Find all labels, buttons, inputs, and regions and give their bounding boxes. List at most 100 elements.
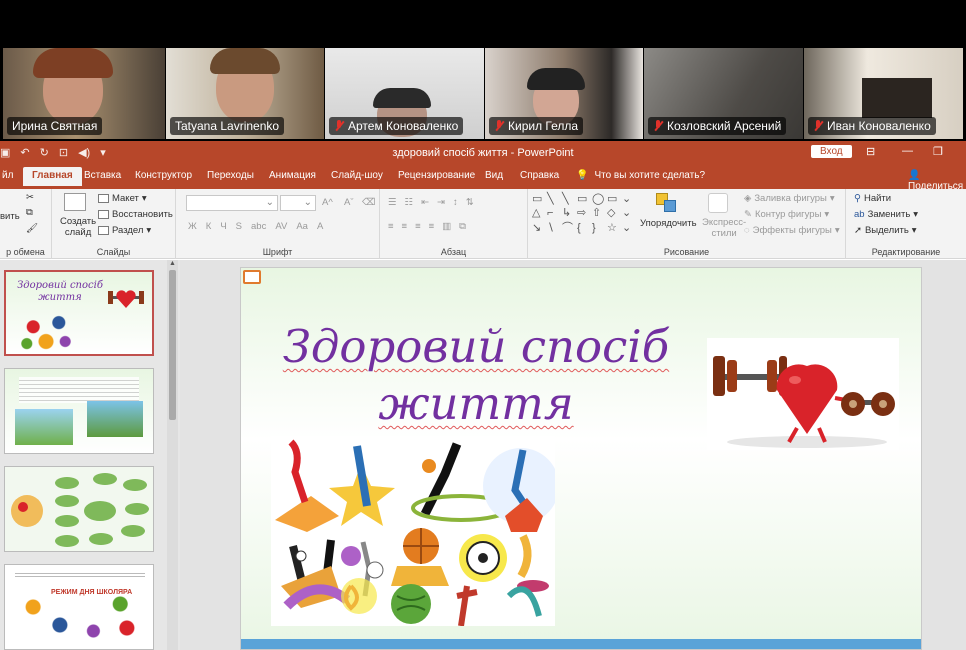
current-slide[interactable]: Здоровий спосіб життя bbox=[240, 267, 922, 650]
columns-icon[interactable]: ▥ bbox=[442, 221, 451, 232]
justify-icon[interactable]: ≡ bbox=[429, 221, 435, 232]
scroll-up-icon[interactable]: ▲ bbox=[169, 260, 176, 267]
restore-icon[interactable]: ❐ bbox=[933, 145, 943, 158]
font-color-button[interactable]: A bbox=[317, 221, 323, 232]
group-clipboard: вить ✂ ⧉ 🖌 р обмена bbox=[0, 189, 52, 259]
list-row: ☰ ☷ ⇤ ⇥ ↕ ⇅ bbox=[388, 197, 474, 208]
align-right-icon[interactable]: ≡ bbox=[415, 221, 421, 232]
char-spacing-alt-button[interactable]: AV bbox=[275, 221, 287, 232]
underline-button[interactable]: Ч bbox=[220, 221, 226, 232]
paste-button[interactable]: вить bbox=[0, 211, 20, 222]
tab-home[interactable]: Главная bbox=[23, 167, 82, 186]
tab-view[interactable]: Вид bbox=[485, 170, 503, 181]
align-row: ≡ ≡ ≡ ≡ ▥ ⧉ bbox=[388, 221, 466, 232]
numbering-icon[interactable]: ☷ bbox=[405, 197, 414, 208]
participant-tile[interactable]: Tatyana Lavrinenko bbox=[166, 48, 324, 139]
indent-increase-icon[interactable]: ⇥ bbox=[437, 197, 445, 208]
tab-transitions[interactable]: Переходы bbox=[207, 170, 254, 181]
participant-tile[interactable]: Кирил Гелла bbox=[485, 48, 643, 139]
shapes-gallery[interactable]: ▭ ╲ ╲ ▭ ◯ ▭ ⌄ △ ⌐ ↳ ⇨ ⇧ ◇ ⌄ ↘ ∖ ⌒{} ☆ ⌄ bbox=[532, 193, 638, 235]
tab-slideshow[interactable]: Слайд-шоу bbox=[331, 170, 383, 181]
copy-icon[interactable]: ⧉ bbox=[26, 207, 33, 218]
new-slide-icon bbox=[64, 193, 86, 211]
find-button[interactable]: ⚲ Найти bbox=[854, 193, 891, 204]
section-button[interactable]: Раздел ▾ bbox=[98, 225, 151, 236]
arrange-button[interactable]: Упорядочить bbox=[640, 218, 697, 229]
heart-dumbbell-image[interactable] bbox=[707, 338, 899, 450]
ribbon-display-icon[interactable]: ⊟ bbox=[866, 145, 875, 158]
slide-thumbnail-2[interactable] bbox=[4, 368, 154, 454]
group-drawing: ▭ ╲ ╲ ▭ ◯ ▭ ⌄ △ ⌐ ↳ ⇨ ⇧ ◇ ⌄ ↘ ∖ ⌒{} ☆ ⌄ Упорядочить Эксп… bbox=[528, 189, 846, 259]
person-icon: 👤 bbox=[908, 170, 921, 181]
tab-insert[interactable]: Вставка bbox=[84, 170, 121, 181]
participant-tile[interactable]: Ирина Святная bbox=[3, 48, 165, 139]
new-slide-button[interactable]: Создать слайд bbox=[60, 216, 96, 238]
participant-tile[interactable]: Козловский Арсений bbox=[644, 48, 803, 139]
replace-icon: ab bbox=[854, 209, 865, 220]
grow-font-icon[interactable]: A^ bbox=[322, 197, 333, 208]
slide-thumbnail-1[interactable]: Здоровий спосіб життя bbox=[4, 270, 154, 356]
cursor-icon: ➚ bbox=[854, 225, 862, 236]
font-family-select[interactable]: ⌄ bbox=[186, 195, 278, 211]
new-slide-label-2: слайд bbox=[64, 227, 92, 238]
participant-tile[interactable]: Артем Коноваленко bbox=[325, 48, 484, 139]
slide-title[interactable]: Здоровий спосіб життя bbox=[281, 318, 671, 432]
group-editing: ⚲ Найти ab Заменить ▾ ➚ Выделить ▾ Редактиров… bbox=[846, 189, 966, 259]
slide-thumbnail-4[interactable]: РЕЖИМ ДНЯ ШКОЛЯРА bbox=[4, 564, 154, 650]
group-label: Редактирование bbox=[871, 247, 941, 257]
sports-collage-image[interactable] bbox=[271, 436, 559, 627]
participant-tile[interactable]: Иван Коноваленко bbox=[804, 48, 963, 139]
italic-button[interactable]: К bbox=[206, 221, 212, 232]
tab-review[interactable]: Рецензирование bbox=[398, 170, 475, 181]
photo-image bbox=[87, 401, 143, 437]
minimize-icon[interactable]: — bbox=[902, 145, 913, 157]
photo-image bbox=[15, 409, 73, 445]
format-painter-icon[interactable]: 🖌 bbox=[26, 223, 38, 234]
slide-thumbnail-3[interactable] bbox=[4, 466, 154, 552]
tab-file[interactable]: йл bbox=[2, 170, 13, 181]
align-center-icon[interactable]: ≡ bbox=[402, 221, 408, 232]
shape-fill-button[interactable]: ◈ Заливка фигуры ▾ bbox=[744, 193, 835, 204]
select-button[interactable]: ➚ Выделить ▾ bbox=[854, 225, 917, 236]
layout-button[interactable]: Макет ▾ bbox=[98, 193, 147, 204]
muted-mic-icon bbox=[334, 120, 344, 132]
char-spacing-button[interactable]: abc bbox=[251, 221, 266, 232]
heart-dumbbell-image bbox=[108, 290, 144, 308]
group-label: Рисование bbox=[663, 247, 710, 257]
quick-styles-button[interactable]: Экспресс- стили bbox=[702, 217, 746, 239]
comment-icon[interactable] bbox=[243, 270, 261, 284]
font-format-row: Ж К Ч S abc AV Aa A bbox=[188, 221, 323, 232]
tab-help[interactable]: Справка bbox=[520, 170, 559, 181]
shrink-font-icon[interactable]: Aˇ bbox=[344, 197, 354, 208]
strikethrough-button[interactable]: S bbox=[236, 221, 242, 232]
group-font: ⌄ ⌄ A^ Aˇ ⌫ Ж К Ч S abc AV Aa A Шрифт bbox=[176, 189, 380, 259]
participant-name: Tatyana Lavrinenko bbox=[175, 119, 280, 133]
login-button[interactable]: Вход bbox=[811, 145, 852, 158]
change-case-button[interactable]: Aa bbox=[296, 221, 308, 232]
replace-button[interactable]: ab Заменить ▾ bbox=[854, 209, 918, 220]
slide-title-line-1: Здоровий спосіб bbox=[282, 320, 670, 373]
smartart-icon[interactable]: ⧉ bbox=[459, 221, 466, 232]
font-size-select[interactable]: ⌄ bbox=[280, 195, 316, 211]
text-direction-icon[interactable]: ⇅ bbox=[466, 197, 474, 208]
tab-animation[interactable]: Анимация bbox=[269, 170, 316, 181]
shape-outline-button[interactable]: ✎ Контур фигуры ▾ bbox=[744, 209, 829, 220]
tab-design[interactable]: Конструктор bbox=[135, 170, 192, 181]
shape-effects-button[interactable]: ◌ Эффекты фигуры ▾ bbox=[744, 225, 840, 236]
scrollbar-thumb[interactable] bbox=[169, 270, 176, 420]
clear-format-icon[interactable]: ⌫ bbox=[362, 197, 375, 208]
align-left-icon[interactable]: ≡ bbox=[388, 221, 394, 232]
indent-decrease-icon[interactable]: ⇤ bbox=[421, 197, 429, 208]
tell-me-box[interactable]: 💡 Что вы хотите сделать? bbox=[576, 170, 705, 181]
line-spacing-icon[interactable]: ↕ bbox=[453, 197, 458, 208]
bullets-icon[interactable]: ☰ bbox=[388, 197, 397, 208]
slide-bottom-band bbox=[241, 639, 921, 649]
slide-editor: Здоровий спосіб життя bbox=[180, 260, 966, 650]
bold-button[interactable]: Ж bbox=[188, 221, 197, 232]
reset-button[interactable]: Восстановить bbox=[98, 209, 173, 220]
thumbnail-title: Здоровий спосіб життя bbox=[17, 280, 103, 303]
cut-icon[interactable]: ✂ bbox=[26, 192, 34, 203]
powerpoint-window: ▣ ↶ ↻ ⊡ ◀) ▾ здоровий спосіб життя - Pow… bbox=[0, 141, 966, 650]
title-bar: ▣ ↶ ↻ ⊡ ◀) ▾ здоровий спосіб життя - Pow… bbox=[0, 141, 966, 165]
thumbnails-scrollbar[interactable]: ▲ bbox=[167, 260, 178, 650]
